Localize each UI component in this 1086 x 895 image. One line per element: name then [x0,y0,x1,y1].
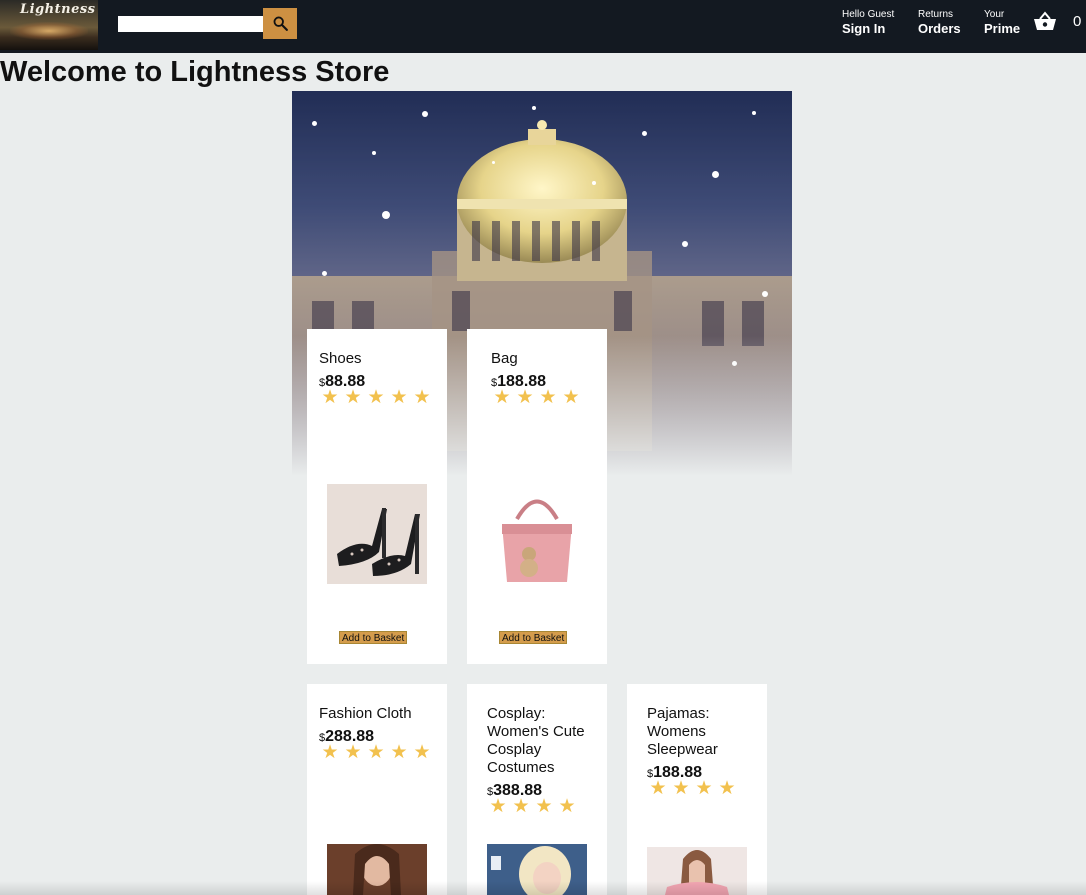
search-input[interactable] [118,16,263,32]
search-icon [273,16,288,31]
product-rating: ★ ★ ★ ★ [491,388,582,408]
product-title: Fashion Cloth [319,705,412,722]
star-icon: ★ [516,387,534,408]
star-icon: ★ [367,387,385,408]
nav-prime[interactable]: Your Prime [984,9,1020,36]
shopping-basket-icon [1034,11,1056,30]
star-icon: ★ [321,387,339,408]
star-icon: ★ [344,742,362,763]
star-icon: ★ [695,778,713,799]
product-card-cosplay: Cosplay: Women's Cute Cosplay Costumes $… [467,684,607,895]
star-icon: ★ [390,387,408,408]
logo-text: Lightness [20,2,96,17]
product-title: Cosplay: Women's Cute Cosplay Costumes [487,705,585,776]
star-icon: ★ [535,796,553,817]
product-rating: ★ ★ ★ ★ [487,797,578,817]
star-icon: ★ [672,778,690,799]
nav-sign-in[interactable]: Hello Guest Sign In [842,9,894,36]
nav-sign-in-line2: Sign In [842,20,886,36]
add-to-basket-button[interactable]: Add to Basket [339,631,408,644]
product-rating: ★ ★ ★ ★ ★ [319,388,433,408]
product-image-shoes [327,484,427,584]
product-card-pajamas: Pajamas: Womens Sleepwear $ 188.88 ★ ★ ★… [627,684,767,895]
search-button[interactable] [263,8,297,39]
star-icon: ★ [562,387,580,408]
product-card-bag: Bag $ 188.88 ★ ★ ★ ★ Add to Basket [467,329,607,664]
page-title: Welcome to Lightness Store [0,56,390,88]
product-rating: ★ ★ ★ ★ [647,779,738,799]
star-icon: ★ [489,796,507,817]
top-nav-bar: Lightness Hello Guest Sign In Returns Or… [0,0,1086,53]
nav-orders-line1: Returns [918,9,954,20]
product-title: Shoes [319,350,362,367]
star-icon: ★ [649,778,667,799]
star-icon: ★ [413,742,431,763]
basket-link[interactable]: 0 [1033,10,1081,32]
star-icon: ★ [413,387,431,408]
product-rating: ★ ★ ★ ★ ★ [319,743,433,763]
star-icon: ★ [390,742,408,763]
nav-prime-line1: Your [984,9,1005,20]
nav-orders[interactable]: Returns Orders [918,9,961,36]
nav-sign-in-line1: Hello Guest [842,9,895,20]
star-icon: ★ [718,778,736,799]
nav-orders-line2: Orders [918,20,961,36]
add-to-basket-button[interactable]: Add to Basket [499,631,568,644]
star-icon: ★ [558,796,576,817]
store-logo[interactable]: Lightness [0,0,98,50]
product-title: Pajamas: Womens Sleepwear [647,705,718,758]
star-icon: ★ [512,796,530,817]
product-card-fashion-cloth: Fashion Cloth $ 288.88 ★ ★ ★ ★ ★ [307,684,447,895]
nav-prime-line2: Prime [984,20,1021,36]
star-icon: ★ [367,742,385,763]
product-title: Bag [491,350,518,367]
star-icon: ★ [344,387,362,408]
bottom-edge-shadow [0,881,1086,895]
star-icon: ★ [493,387,511,408]
product-image-bag [487,484,587,584]
product-card-shoes: Shoes $ 88.88 ★ ★ ★ ★ ★ Add to Basket [307,329,447,664]
logo-glow [10,22,88,40]
star-icon: ★ [539,387,557,408]
star-icon: ★ [321,742,339,763]
basket-count: 0 [1073,12,1082,30]
